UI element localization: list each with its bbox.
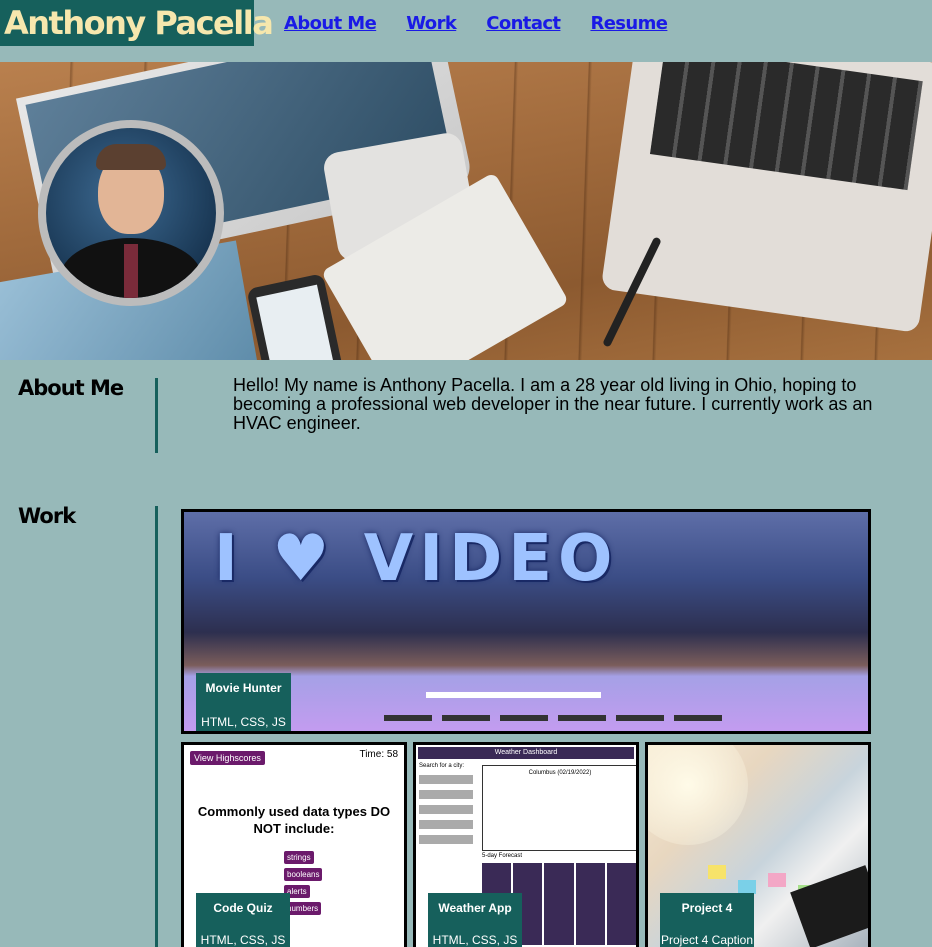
project-label: Movie Hunter HTML, CSS, JS bbox=[196, 673, 291, 731]
project-title: Code Quiz bbox=[213, 901, 273, 915]
main-nav: About Me Work Contact Resume bbox=[284, 13, 668, 34]
thumb-dashboard-bar: Weather Dashboard bbox=[418, 747, 634, 759]
about-heading: About Me bbox=[18, 376, 124, 400]
thumb-question: Commonly used data types DO NOT include: bbox=[197, 804, 391, 836]
thumb-search-bar bbox=[426, 692, 601, 698]
project-card-movie-hunter[interactable]: I ♥ VIDEO Movie Hunter HTML, CSS, JS bbox=[181, 509, 871, 734]
project-subtitle: HTML, CSS, JS bbox=[201, 715, 286, 729]
project-label: Project 4 Project 4 Caption bbox=[660, 893, 754, 947]
project-title: Movie Hunter bbox=[205, 681, 282, 695]
thumb-timer: Time: 58 bbox=[359, 749, 398, 760]
thumb-highscores-button: View Highscores bbox=[190, 751, 265, 765]
hero-laptop-image bbox=[600, 62, 932, 333]
about-text: Hello! My name is Anthony Pacella. I am … bbox=[233, 375, 873, 433]
nav-link-resume[interactable]: Resume bbox=[590, 13, 668, 34]
project-subtitle: HTML, CSS, JS bbox=[200, 933, 286, 947]
project-subtitle: Project 4 Caption bbox=[660, 933, 754, 947]
project-label: Weather App HTML, CSS, JS bbox=[428, 893, 522, 947]
project-subtitle: HTML, CSS, JS bbox=[432, 933, 518, 947]
project-card-project-4[interactable]: Project 4 Project 4 Caption bbox=[645, 742, 871, 947]
thumb-option: booleans bbox=[284, 868, 323, 881]
project-label: Code Quiz HTML, CSS, JS bbox=[196, 893, 290, 947]
about-divider bbox=[155, 378, 158, 453]
project-title: Weather App bbox=[438, 901, 512, 915]
nav-link-contact[interactable]: Contact bbox=[486, 13, 561, 34]
thumb-option: strings bbox=[284, 851, 314, 864]
work-divider bbox=[155, 506, 158, 947]
project-card-weather-app[interactable]: Weather Dashboard Search for a city: Col… bbox=[413, 742, 639, 947]
project-card-code-quiz[interactable]: View Highscores Time: 58 Commonly used d… bbox=[181, 742, 407, 947]
movie-sign-text: I ♥ VIDEO bbox=[214, 522, 619, 596]
site-header: Anthony Pacella About Me Work Contact Re… bbox=[0, 0, 932, 62]
thumb-forecast-title: 5-day Forecast bbox=[482, 853, 523, 859]
thumb-city: Columbus (02/19/2022) bbox=[528, 770, 592, 776]
project-title: Project 4 bbox=[681, 901, 733, 915]
thumb-search-label: Search for a city: bbox=[419, 763, 465, 769]
site-brand[interactable]: Anthony Pacella bbox=[0, 0, 274, 46]
work-heading: Work bbox=[18, 504, 76, 528]
nav-link-about[interactable]: About Me bbox=[284, 13, 377, 34]
profile-avatar bbox=[38, 120, 224, 306]
nav-link-work[interactable]: Work bbox=[406, 13, 457, 34]
